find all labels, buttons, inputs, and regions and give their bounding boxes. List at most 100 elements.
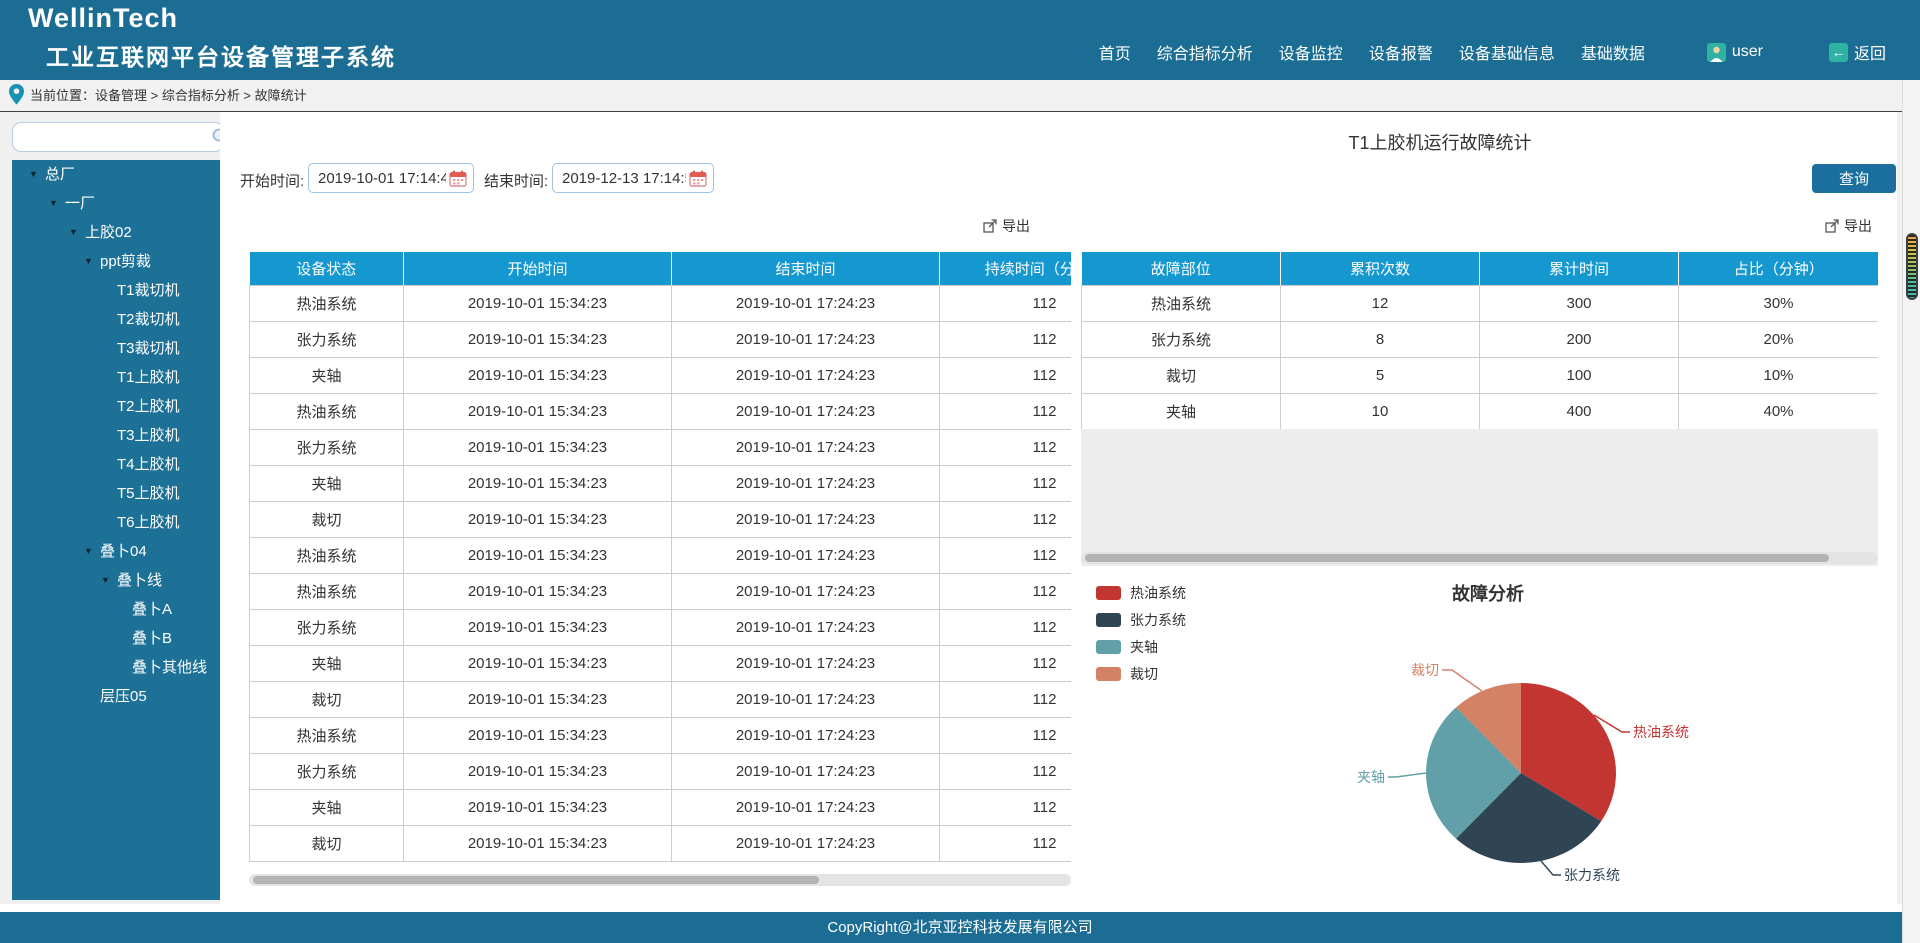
table-row: 张力系统820020%: [1082, 322, 1879, 358]
pie-callout-line: [1442, 670, 1482, 691]
table-row: 热油系统2019-10-01 15:34:232019-10-01 17:24:…: [250, 394, 1072, 430]
tree-item-label: T6上胶机: [117, 514, 180, 531]
tree-item-label: 层压05: [100, 688, 147, 705]
vertical-scrollbar-thumb[interactable]: [1906, 233, 1918, 300]
nav-item[interactable]: 设备基础信息: [1459, 40, 1555, 64]
export-icon: [1825, 219, 1839, 233]
tree-item[interactable]: T2裁切机: [12, 305, 224, 334]
column-header: 开始时间: [404, 252, 672, 286]
table-cell: 2019-10-01 17:24:23: [672, 682, 940, 718]
expand-arrow-icon[interactable]: ▼: [84, 247, 93, 276]
expand-arrow-icon[interactable]: ▼: [49, 189, 58, 218]
nav-item[interactable]: 设备报警: [1369, 40, 1433, 64]
search-input[interactable]: [13, 125, 208, 149]
nav-item[interactable]: 综合指标分析: [1157, 40, 1253, 64]
export-label: 导出: [1002, 216, 1030, 236]
table-cell: 张力系统: [250, 430, 404, 466]
table-cell: 2019-10-01 17:24:23: [672, 718, 940, 754]
table-cell: 2019-10-01 15:34:23: [404, 430, 672, 466]
expand-arrow-icon[interactable]: ▼: [101, 566, 110, 595]
end-time-label: 结束时间:: [484, 168, 548, 196]
table-row: 裁切510010%: [1082, 358, 1879, 394]
tree-item[interactable]: 叠卜B: [12, 624, 224, 653]
tree-item[interactable]: T5上胶机: [12, 479, 224, 508]
expand-arrow-icon[interactable]: ▼: [29, 160, 38, 189]
table-row: 裁切2019-10-01 15:34:232019-10-01 17:24:23…: [250, 502, 1072, 538]
tree-item[interactable]: T6上胶机: [12, 508, 224, 537]
tree-item-label: 叠卜A: [132, 601, 172, 618]
tree-item-label: 叠卜其他线: [132, 659, 207, 676]
breadcrumb: 当前位置：设备管理 > 综合指标分析 > 故障统计: [30, 80, 307, 111]
tree-item[interactable]: ▼总厂: [12, 160, 224, 189]
table-cell: 2019-10-01 15:34:23: [404, 718, 672, 754]
nav-item[interactable]: 基础数据: [1581, 40, 1645, 64]
table-cell: 30%: [1679, 286, 1879, 322]
table-cell: 2019-10-01 17:24:23: [672, 358, 940, 394]
table-row: 裁切2019-10-01 15:34:232019-10-01 17:24:23…: [250, 826, 1072, 862]
tree-item[interactable]: 叠卜A: [12, 595, 224, 624]
expand-arrow-icon[interactable]: ▼: [84, 537, 93, 566]
table-cell: 2019-10-01 15:34:23: [404, 502, 672, 538]
tree-item[interactable]: ▼ppt剪裁: [12, 247, 224, 276]
user-menu[interactable]: user: [1707, 43, 1763, 62]
hscrollbar-thumb[interactable]: [1085, 554, 1829, 562]
table-cell: 2019-10-01 15:34:23: [404, 826, 672, 862]
start-time-input[interactable]: [309, 170, 448, 187]
back-button[interactable]: ← 返回: [1829, 40, 1886, 64]
table-cell: 热油系统: [250, 394, 404, 430]
end-time-input[interactable]: [553, 170, 688, 187]
query-button[interactable]: 查询: [1812, 164, 1896, 193]
page-title: T1上胶机运行故障统计: [1348, 129, 1531, 155]
table-cell: 2019-10-01 17:24:23: [672, 430, 940, 466]
tree-search: [12, 122, 224, 152]
table-cell: 112: [940, 826, 1072, 862]
table-cell: 112: [940, 286, 1072, 322]
tree-item[interactable]: T1裁切机: [12, 276, 224, 305]
tree-item-label: T2上胶机: [117, 398, 180, 415]
table-cell: 400: [1480, 394, 1679, 430]
calendar-icon[interactable]: [688, 170, 708, 187]
table-cell: 2019-10-01 15:34:23: [404, 682, 672, 718]
expand-arrow-icon[interactable]: ▼: [69, 218, 78, 247]
export-left-link[interactable]: 导出: [983, 216, 1030, 236]
tree-item-label: 叠卜线: [117, 572, 162, 589]
table-cell: 张力系统: [1082, 322, 1281, 358]
table-row: 热油系统2019-10-01 15:34:232019-10-01 17:24:…: [250, 286, 1072, 322]
pie-label: 张力系统: [1564, 867, 1620, 883]
tree-item[interactable]: T4上胶机: [12, 450, 224, 479]
tree-item[interactable]: ▼ 叠卜线: [12, 566, 224, 595]
tree-item[interactable]: ▼上胶02: [12, 218, 224, 247]
table-cell: 10%: [1679, 358, 1879, 394]
export-right-link[interactable]: 导出: [1825, 216, 1872, 236]
tree-item[interactable]: 层压05: [12, 682, 224, 711]
tree-item[interactable]: 叠卜其他线: [12, 653, 224, 682]
table-cell: 112: [940, 610, 1072, 646]
table-cell: 2019-10-01 15:34:23: [404, 358, 672, 394]
table-cell: 张力系统: [250, 610, 404, 646]
tree-item-label: T3裁切机: [117, 340, 180, 357]
table-cell: 112: [940, 682, 1072, 718]
tree-item[interactable]: T1上胶机: [12, 363, 224, 392]
fault-table-header-row: 故障部位累积次数累计时间占比（分钟）: [1082, 252, 1879, 286]
table-row: 夹轴2019-10-01 15:34:232019-10-01 17:24:23…: [250, 358, 1072, 394]
tree-item[interactable]: T2上胶机: [12, 392, 224, 421]
nav-item[interactable]: 首页: [1099, 40, 1131, 64]
nav-item[interactable]: 设备监控: [1279, 40, 1343, 64]
tree-item[interactable]: T3裁切机: [12, 334, 224, 363]
status-table: 设备状态开始时间结束时间持续时间（分钟） 热油系统2019-10-01 15:3…: [249, 252, 1071, 862]
table-cell: 热油系统: [250, 574, 404, 610]
export-icon: [983, 219, 997, 233]
table-cell: 112: [940, 430, 1072, 466]
calendar-icon[interactable]: [448, 170, 468, 187]
hscrollbar-thumb[interactable]: [253, 876, 819, 884]
tree-item[interactable]: ▼一厂: [12, 189, 224, 218]
tree-item-label: 叠卜04: [100, 543, 147, 560]
table-row: 张力系统2019-10-01 15:34:232019-10-01 17:24:…: [250, 610, 1072, 646]
tree-item[interactable]: T3上胶机: [12, 421, 224, 450]
pie-label: 裁切: [1411, 662, 1439, 678]
table-cell: 2019-10-01 15:34:23: [404, 646, 672, 682]
table-cell: 112: [940, 466, 1072, 502]
fault-table-viewport: 故障部位累积次数累计时间占比（分钟） 热油系统1230030%张力系统82002…: [1081, 252, 1878, 430]
table-cell: 夹轴: [1082, 394, 1281, 430]
tree-item[interactable]: ▼ 叠卜04: [12, 537, 224, 566]
